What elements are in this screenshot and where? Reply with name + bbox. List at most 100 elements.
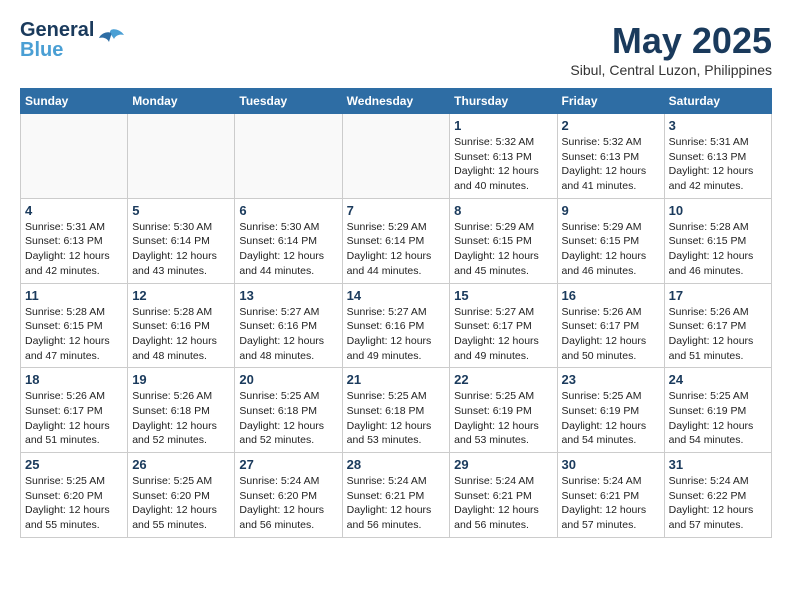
calendar-cell: 22Sunrise: 5:25 AM Sunset: 6:19 PM Dayli… xyxy=(450,368,557,453)
day-number: 15 xyxy=(454,288,552,303)
day-number: 10 xyxy=(669,203,767,218)
location: Sibul, Central Luzon, Philippines xyxy=(570,62,772,78)
calendar-cell xyxy=(235,114,342,199)
day-info: Sunrise: 5:25 AM Sunset: 6:20 PM Dayligh… xyxy=(25,474,123,533)
day-info: Sunrise: 5:29 AM Sunset: 6:15 PM Dayligh… xyxy=(454,220,552,279)
calendar-cell: 31 Sunrise: 5:24 AM Sunset: 6:22 PM Dayli… xyxy=(664,453,771,538)
day-info: Sunrise: 5:30 AM Sunset: 6:14 PM Dayligh… xyxy=(132,220,230,279)
day-info: Sunrise: 5:26 AM Sunset: 6:17 PM Dayligh… xyxy=(562,305,660,364)
day-info: Sunrise: 5:27 AM Sunset: 6:16 PM Dayligh… xyxy=(347,305,446,364)
day-number: 7 xyxy=(347,203,446,218)
calendar-cell: 12 Sunrise: 5:28 AM Sunset: 6:16 PM Dayli… xyxy=(128,283,235,368)
calendar-table: SundayMondayTuesdayWednesdayThursdayFrid… xyxy=(20,88,772,538)
day-number: 20 xyxy=(239,372,337,387)
day-info: Sunrise: 5:29 AM Sunset: 6:14 PM Dayligh… xyxy=(347,220,446,279)
day-number: 12 xyxy=(132,288,230,303)
calendar-cell: 19Sunrise: 5:26 AM Sunset: 6:18 PM Dayli… xyxy=(128,368,235,453)
calendar-cell: 11 Sunrise: 5:28 AM Sunset: 6:15 PM Dayli… xyxy=(21,283,128,368)
calendar-cell xyxy=(342,114,450,199)
week-row-2: 4 Sunrise: 5:31 AM Sunset: 6:13 PM Daylig… xyxy=(21,198,772,283)
day-number: 18 xyxy=(25,372,123,387)
calendar-cell: 29Sunrise: 5:24 AM Sunset: 6:21 PM Dayli… xyxy=(450,453,557,538)
calendar-cell xyxy=(128,114,235,199)
weekday-header-monday: Monday xyxy=(128,89,235,114)
calendar-cell: 18Sunrise: 5:26 AM Sunset: 6:17 PM Dayli… xyxy=(21,368,128,453)
day-info: Sunrise: 5:27 AM Sunset: 6:17 PM Dayligh… xyxy=(454,305,552,364)
day-info: Sunrise: 5:25 AM Sunset: 6:19 PM Dayligh… xyxy=(562,389,660,448)
day-number: 5 xyxy=(132,203,230,218)
day-number: 16 xyxy=(562,288,660,303)
day-info: Sunrise: 5:25 AM Sunset: 6:18 PM Dayligh… xyxy=(347,389,446,448)
page-header: General Blue May 2025 Sibul, Central Luz… xyxy=(20,20,772,78)
day-info: Sunrise: 5:31 AM Sunset: 6:13 PM Dayligh… xyxy=(669,135,767,194)
calendar-cell xyxy=(21,114,128,199)
day-number: 1 xyxy=(454,118,552,133)
day-info: Sunrise: 5:24 AM Sunset: 6:21 PM Dayligh… xyxy=(347,474,446,533)
weekday-header-wednesday: Wednesday xyxy=(342,89,450,114)
calendar-cell: 28Sunrise: 5:24 AM Sunset: 6:21 PM Dayli… xyxy=(342,453,450,538)
week-row-1: 1 Sunrise: 5:32 AM Sunset: 6:13 PM Daylig… xyxy=(21,114,772,199)
weekday-header-row: SundayMondayTuesdayWednesdayThursdayFrid… xyxy=(21,89,772,114)
calendar-cell: 5 Sunrise: 5:30 AM Sunset: 6:14 PM Daylig… xyxy=(128,198,235,283)
day-info: Sunrise: 5:25 AM Sunset: 6:19 PM Dayligh… xyxy=(454,389,552,448)
day-number: 6 xyxy=(239,203,337,218)
day-info: Sunrise: 5:24 AM Sunset: 6:22 PM Dayligh… xyxy=(669,474,767,533)
calendar-cell: 13 Sunrise: 5:27 AM Sunset: 6:16 PM Dayli… xyxy=(235,283,342,368)
calendar-cell: 2 Sunrise: 5:32 AM Sunset: 6:13 PM Daylig… xyxy=(557,114,664,199)
weekday-header-sunday: Sunday xyxy=(21,89,128,114)
day-info: Sunrise: 5:28 AM Sunset: 6:16 PM Dayligh… xyxy=(132,305,230,364)
day-info: Sunrise: 5:25 AM Sunset: 6:18 PM Dayligh… xyxy=(239,389,337,448)
calendar-cell: 6 Sunrise: 5:30 AM Sunset: 6:14 PM Daylig… xyxy=(235,198,342,283)
day-number: 25 xyxy=(25,457,123,472)
calendar-cell: 8 Sunrise: 5:29 AM Sunset: 6:15 PM Daylig… xyxy=(450,198,557,283)
day-info: Sunrise: 5:24 AM Sunset: 6:21 PM Dayligh… xyxy=(562,474,660,533)
day-number: 3 xyxy=(669,118,767,133)
day-info: Sunrise: 5:26 AM Sunset: 6:17 PM Dayligh… xyxy=(669,305,767,364)
calendar-cell: 21 Sunrise: 5:25 AM Sunset: 6:18 PM Dayli… xyxy=(342,368,450,453)
calendar-cell: 4 Sunrise: 5:31 AM Sunset: 6:13 PM Daylig… xyxy=(21,198,128,283)
day-number: 31 xyxy=(669,457,767,472)
day-number: 14 xyxy=(347,288,446,303)
day-number: 24 xyxy=(669,372,767,387)
weekday-header-thursday: Thursday xyxy=(450,89,557,114)
calendar-cell: 27 Sunrise: 5:24 AM Sunset: 6:20 PM Dayli… xyxy=(235,453,342,538)
calendar-cell: 20 Sunrise: 5:25 AM Sunset: 6:18 PM Dayli… xyxy=(235,368,342,453)
calendar-cell: 16 Sunrise: 5:26 AM Sunset: 6:17 PM Dayli… xyxy=(557,283,664,368)
weekday-header-tuesday: Tuesday xyxy=(235,89,342,114)
day-number: 27 xyxy=(239,457,337,472)
calendar-cell: 17 Sunrise: 5:26 AM Sunset: 6:17 PM Dayli… xyxy=(664,283,771,368)
calendar-cell: 15 Sunrise: 5:27 AM Sunset: 6:17 PM Dayli… xyxy=(450,283,557,368)
day-info: Sunrise: 5:32 AM Sunset: 6:13 PM Dayligh… xyxy=(454,135,552,194)
day-number: 2 xyxy=(562,118,660,133)
calendar-cell: 24 Sunrise: 5:25 AM Sunset: 6:19 PM Dayli… xyxy=(664,368,771,453)
logo-bird-icon xyxy=(96,25,126,55)
month-title: May 2025 xyxy=(570,20,772,62)
day-number: 17 xyxy=(669,288,767,303)
calendar-cell: 26Sunrise: 5:25 AM Sunset: 6:20 PM Dayli… xyxy=(128,453,235,538)
day-number: 8 xyxy=(454,203,552,218)
day-number: 11 xyxy=(25,288,123,303)
day-info: Sunrise: 5:28 AM Sunset: 6:15 PM Dayligh… xyxy=(669,220,767,279)
calendar-cell: 25 Sunrise: 5:25 AM Sunset: 6:20 PM Dayli… xyxy=(21,453,128,538)
day-info: Sunrise: 5:24 AM Sunset: 6:20 PM Dayligh… xyxy=(239,474,337,533)
day-info: Sunrise: 5:25 AM Sunset: 6:20 PM Dayligh… xyxy=(132,474,230,533)
day-number: 4 xyxy=(25,203,123,218)
day-info: Sunrise: 5:29 AM Sunset: 6:15 PM Dayligh… xyxy=(562,220,660,279)
day-info: Sunrise: 5:32 AM Sunset: 6:13 PM Dayligh… xyxy=(562,135,660,194)
day-number: 21 xyxy=(347,372,446,387)
day-number: 29 xyxy=(454,457,552,472)
calendar-cell: 10 Sunrise: 5:28 AM Sunset: 6:15 PM Dayli… xyxy=(664,198,771,283)
day-number: 30 xyxy=(562,457,660,472)
day-info: Sunrise: 5:28 AM Sunset: 6:15 PM Dayligh… xyxy=(25,305,123,364)
day-info: Sunrise: 5:25 AM Sunset: 6:19 PM Dayligh… xyxy=(669,389,767,448)
day-info: Sunrise: 5:31 AM Sunset: 6:13 PM Dayligh… xyxy=(25,220,123,279)
weekday-header-saturday: Saturday xyxy=(664,89,771,114)
day-number: 13 xyxy=(239,288,337,303)
day-number: 23 xyxy=(562,372,660,387)
calendar-cell: 14 Sunrise: 5:27 AM Sunset: 6:16 PM Dayli… xyxy=(342,283,450,368)
day-info: Sunrise: 5:30 AM Sunset: 6:14 PM Dayligh… xyxy=(239,220,337,279)
day-info: Sunrise: 5:27 AM Sunset: 6:16 PM Dayligh… xyxy=(239,305,337,364)
calendar-cell: 1 Sunrise: 5:32 AM Sunset: 6:13 PM Daylig… xyxy=(450,114,557,199)
calendar-cell: 30 Sunrise: 5:24 AM Sunset: 6:21 PM Dayli… xyxy=(557,453,664,538)
weekday-header-friday: Friday xyxy=(557,89,664,114)
